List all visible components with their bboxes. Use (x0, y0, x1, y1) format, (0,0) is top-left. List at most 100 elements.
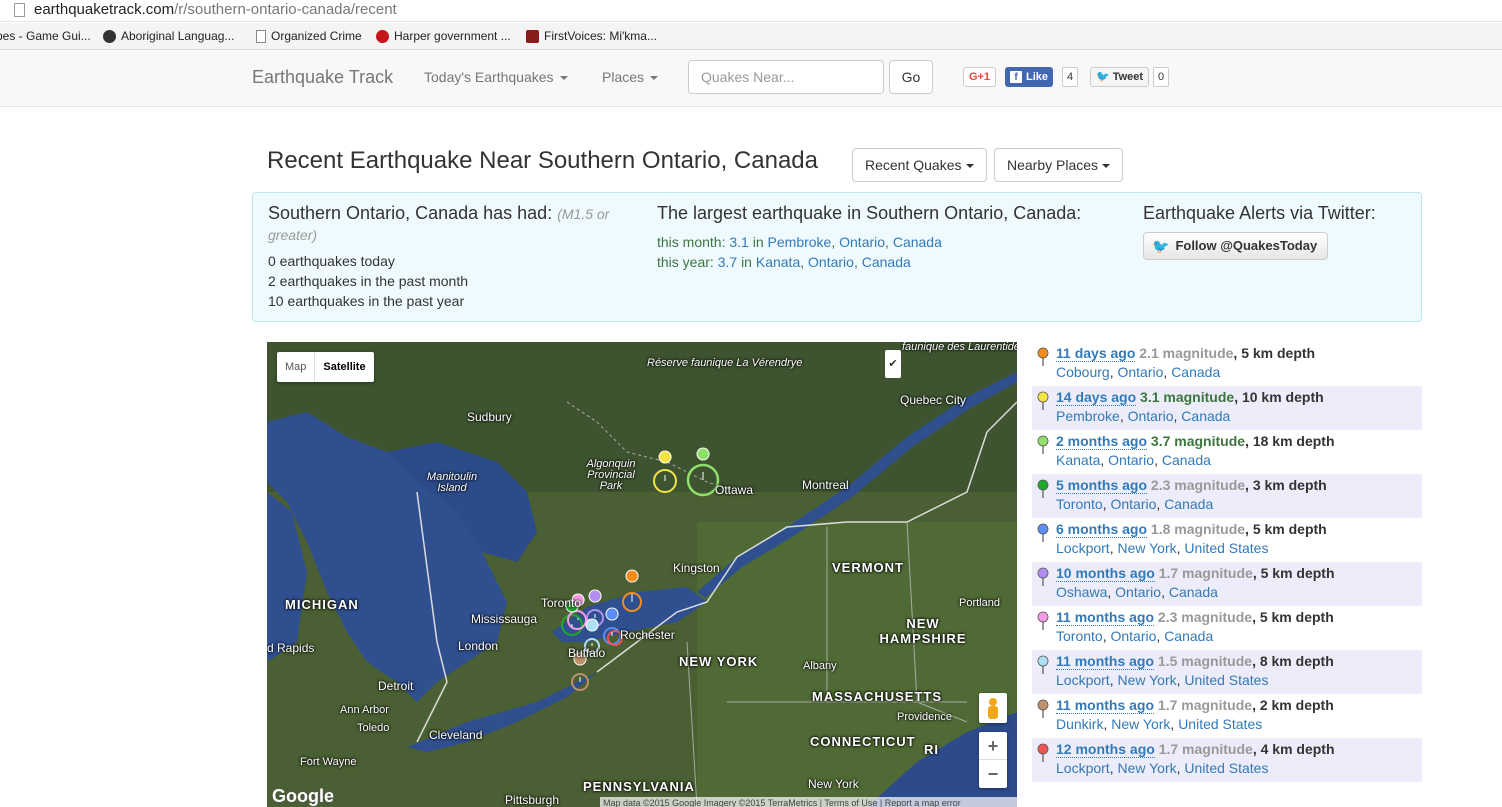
quake-time-link[interactable]: 10 months ago (1056, 565, 1155, 582)
map-label-laurentides: faunique des Laurentides (902, 342, 1017, 353)
city-link[interactable]: Lockport (1056, 760, 1110, 776)
country-link[interactable]: Canada (1164, 496, 1213, 512)
region-link[interactable]: Ontario (1117, 364, 1163, 380)
country-link[interactable]: United States (1184, 760, 1268, 776)
region-link[interactable]: Ontario (1108, 452, 1154, 468)
quake-time-link[interactable]: 2 months ago (1056, 433, 1148, 450)
city-link[interactable]: Toronto (1056, 496, 1103, 512)
country-link[interactable]: Canada (1181, 408, 1230, 424)
follow-quakestoday-button[interactable]: 🐦 Follow @QuakesToday (1143, 232, 1329, 260)
tweet-button[interactable]: 🐦 Tweet (1090, 67, 1150, 87)
magnitude-link[interactable]: 3.1 (729, 234, 748, 250)
list-item: 12 months ago 1.7 magnitude, 4 km depth L… (1032, 738, 1422, 782)
google-plus-button[interactable]: G+1 (963, 67, 996, 87)
nearby-places-button[interactable]: Nearby Places (994, 148, 1124, 182)
quake-magnitude: 2.3 magnitude (1157, 609, 1253, 625)
bookmark-aboriginal-languages[interactable]: Aboriginal Languag... (103, 29, 234, 43)
region-link[interactable]: Ontario (1110, 628, 1156, 644)
map-label-providence: Providence (897, 711, 953, 723)
city-link[interactable]: Pembroke (768, 234, 832, 250)
region-link[interactable]: Ontario (1128, 408, 1174, 424)
map-label-buffalo: Buffalo (568, 646, 606, 660)
bookmark-organized-crime[interactable]: Organized Crime (256, 29, 362, 43)
site-brand[interactable]: Earthquake Track (252, 67, 393, 88)
recent-quakes-list: 11 days ago 2.1 magnitude, 5 km depth Cob… (1032, 342, 1422, 782)
country-link[interactable]: United States (1178, 716, 1262, 732)
region-link[interactable]: Ontario (839, 234, 885, 250)
quake-magnitude: 3.1 magnitude (1140, 389, 1235, 405)
region-link[interactable]: Ontario (1110, 496, 1156, 512)
region-link[interactable]: Ontario (808, 254, 854, 270)
map-label-massachusetts: MASSACHUSETTS (812, 689, 943, 704)
largest-this-year: this year: 3.7 in Kanata, Ontario, Canad… (657, 254, 911, 270)
region-link[interactable]: New York (1117, 672, 1176, 688)
quake-time-link[interactable]: 11 months ago (1056, 697, 1155, 714)
magnitude-link[interactable]: 3.7 (718, 254, 737, 270)
quake-depth: 5 km depth (1259, 609, 1334, 625)
zoom-in-button[interactable]: + (979, 732, 1007, 760)
like-count: 4 (1062, 67, 1079, 87)
map-type-map-button[interactable]: Map (277, 352, 314, 382)
region-link[interactable]: New York (1111, 716, 1170, 732)
city-link[interactable]: Lockport (1056, 540, 1110, 556)
quake-time-link[interactable]: 11 months ago (1056, 653, 1155, 670)
city-link[interactable]: Dunkirk (1056, 716, 1103, 732)
bookmark-firstvoices[interactable]: FirstVoices: Mi'kma... (526, 29, 657, 43)
globe-icon (103, 29, 116, 43)
quake-time-link[interactable]: 12 months ago (1056, 741, 1155, 758)
largest-this-month: this month: 3.1 in Pembroke, Ontario, Ca… (657, 234, 942, 250)
city-link[interactable]: Pembroke (1056, 408, 1120, 424)
map-type-control: Map Satellite (277, 352, 374, 382)
address-bar[interactable]: earthquaketrack.com/r/southern-ontario-c… (0, 0, 1502, 22)
region-link[interactable]: New York (1117, 540, 1176, 556)
map-pin-icon (1037, 435, 1049, 454)
zoom-out-button[interactable]: − (979, 760, 1007, 788)
country-link[interactable]: Canada (1169, 584, 1218, 600)
street-view-pegman-icon[interactable] (979, 693, 1007, 723)
region-link[interactable]: Ontario (1115, 584, 1161, 600)
country-link[interactable]: Canada (1162, 452, 1211, 468)
city-link[interactable]: Lockport (1056, 672, 1110, 688)
map-label-london: London (458, 639, 499, 653)
quake-time-link[interactable]: 6 months ago (1056, 521, 1148, 538)
recent-quakes-button[interactable]: Recent Quakes (852, 148, 987, 182)
region-link[interactable]: New York (1117, 760, 1176, 776)
todays-earthquakes-dropdown[interactable]: Today's Earthquakes (424, 69, 568, 85)
country-link[interactable]: United States (1184, 540, 1268, 556)
quake-time-link[interactable]: 5 months ago (1056, 477, 1148, 494)
country-link[interactable]: Canada (1171, 364, 1220, 380)
map-label-vermont: VERMONT (832, 560, 904, 575)
map-label-michigan: MICHIGAN (285, 597, 359, 612)
city-link[interactable]: Kanata (1056, 452, 1100, 468)
map-label-pittsburgh: Pittsburgh (505, 793, 560, 807)
twitter-bird-icon: 🐦 (1152, 238, 1170, 254)
quake-time-link[interactable]: 14 days ago (1056, 389, 1137, 406)
map-pin-icon (1037, 567, 1049, 586)
places-dropdown[interactable]: Places (602, 69, 659, 85)
bookmark-harper-government[interactable]: Harper government ... (376, 29, 511, 43)
quake-depth: 5 km depth (1252, 521, 1327, 537)
facebook-like-button[interactable]: f Like (1005, 67, 1054, 87)
bookmark-game-guides[interactable]: pes - Game Gui... (0, 29, 91, 43)
twitter-bird-icon: 🐦 (1096, 71, 1110, 83)
city-link[interactable]: Kanata (756, 254, 800, 270)
country-link[interactable]: Canada (862, 254, 911, 270)
quake-time-link[interactable]: 11 days ago (1056, 345, 1136, 362)
city-link[interactable]: Cobourg (1056, 364, 1110, 380)
quake-time-link[interactable]: 11 months ago (1056, 609, 1155, 626)
country-link[interactable]: Canada (1164, 628, 1213, 644)
map-attribution[interactable]: Map data ©2015 Google Imagery ©2015 Terr… (600, 797, 1017, 807)
country-link[interactable]: Canada (893, 234, 942, 250)
country-link[interactable]: United States (1184, 672, 1268, 688)
map-label-rochester: Rochester (620, 628, 675, 642)
url-text[interactable]: earthquaketrack.com/r/southern-ontario-c… (34, 1, 397, 18)
map-label-toledo: Toledo (357, 722, 390, 734)
map-type-satellite-button[interactable]: Satellite (314, 352, 373, 382)
map-label-algonquin: Algonquin Provincial Park (586, 458, 636, 492)
labels-checkbox[interactable]: ✔ (885, 350, 901, 378)
quakes-near-search-input[interactable] (688, 60, 884, 94)
go-button[interactable]: Go (889, 60, 933, 94)
city-link[interactable]: Oshawa (1056, 584, 1107, 600)
earthquake-map[interactable]: Réserve faunique La Vérendrye faunique d… (267, 342, 1017, 807)
city-link[interactable]: Toronto (1056, 628, 1103, 644)
